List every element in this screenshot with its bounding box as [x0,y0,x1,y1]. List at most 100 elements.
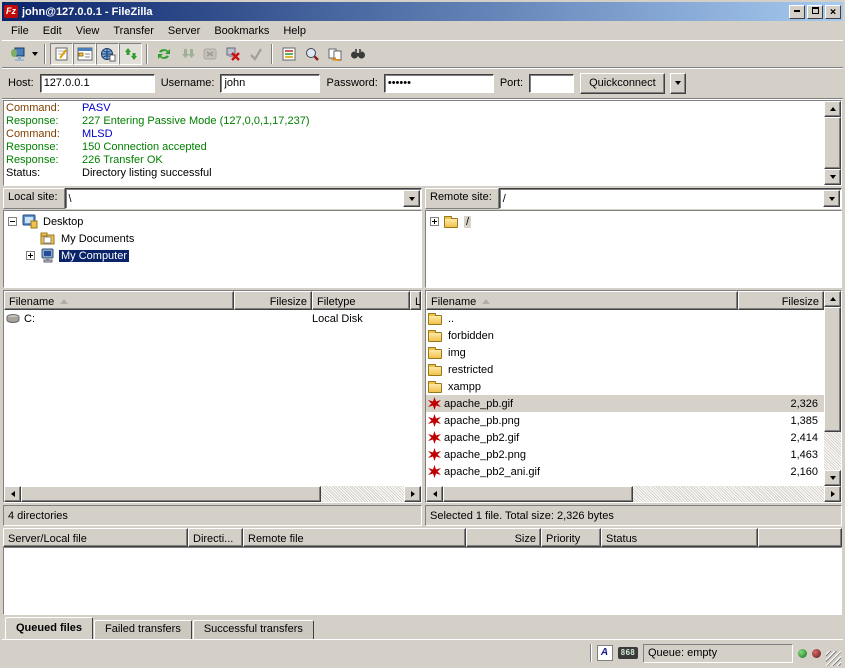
file-row[interactable]: apache_pb2_ani.gif 2,160 [426,463,824,480]
remote-tree: / [425,210,842,288]
tree-item-my-computer[interactable]: My Computer [6,247,421,264]
resize-grip[interactable] [826,651,841,666]
remote-vertical-scrollbar[interactable] [824,291,841,486]
toggle-local-tree-icon[interactable] [73,43,96,65]
expand-icon[interactable] [26,251,35,260]
log-scrollbar[interactable] [824,101,841,185]
menu-bookmarks[interactable]: Bookmarks [207,23,276,39]
scroll-down-icon[interactable] [824,470,841,486]
column-filename[interactable]: Filename [4,291,234,310]
queue-tabs: Queued files Failed transfers Successful… [2,615,843,639]
scroll-right-icon[interactable] [824,486,841,502]
remote-pane: Remote site: / / Filename [425,188,842,526]
scrollbar-thumb[interactable] [824,307,841,432]
log-text: 150 Connection accepted [82,141,207,154]
scroll-down-icon[interactable] [824,169,841,185]
site-manager-icon[interactable] [6,43,29,65]
menu-file[interactable]: File [4,23,36,39]
scroll-up-icon[interactable] [824,101,841,117]
disconnect-icon[interactable] [221,43,244,65]
process-queue-icon[interactable] [175,43,198,65]
scroll-left-icon[interactable] [4,486,21,502]
sort-ascending-icon [60,299,68,304]
file-row[interactable]: apache_pb2.png 1,463 [426,446,824,463]
scrollbar-thumb[interactable] [824,117,841,169]
file-row[interactable]: restricted [426,361,824,378]
file-row[interactable]: img [426,344,824,361]
status-bar: A 868 Queue: empty [2,639,843,666]
file-row[interactable]: forbidden [426,327,824,344]
log-label: Status: [6,167,82,180]
column-filetype[interactable]: Filetype [312,291,410,310]
local-site-dropdown-icon[interactable] [403,190,420,207]
log-line: Response:227 Entering Passive Mode (127,… [6,115,822,128]
search-icon[interactable] [300,43,323,65]
menu-edit[interactable]: Edit [36,23,69,39]
menu-transfer[interactable]: Transfer [106,23,161,39]
tree-item-my-documents[interactable]: My Documents [6,230,421,247]
site-manager-dropdown-icon[interactable] [29,43,40,65]
local-list-header: Filename Filesize Filetype L [4,291,421,310]
menu-view[interactable]: View [69,23,107,39]
host-input[interactable] [40,74,155,93]
file-row[interactable]: .. [426,310,824,327]
local-site-combo[interactable]: \ [65,188,422,209]
scrollbar-thumb[interactable] [21,486,321,502]
column-size[interactable]: Size [466,528,541,547]
column-status[interactable]: Status [601,528,758,547]
tree-item-root[interactable]: / [428,213,841,230]
column-last-modified[interactable]: L [410,291,421,310]
password-input[interactable] [384,74,494,93]
local-site-label: Local site: [3,188,65,209]
queue-body[interactable] [3,547,842,615]
maximize-button[interactable] [807,5,823,19]
expand-icon[interactable] [430,217,439,226]
file-row[interactable]: xampp [426,378,824,395]
tab-queued-files[interactable]: Queued files [5,617,93,639]
quickconnect-button[interactable]: Quickconnect [580,73,665,94]
tab-failed-transfers[interactable]: Failed transfers [94,620,192,639]
scroll-right-icon[interactable] [404,486,421,502]
remote-site-value: / [503,193,506,205]
username-input[interactable] [220,74,320,93]
file-row[interactable]: apache_pb.png 1,385 [426,412,824,429]
file-row-c-drive[interactable]: C: Local Disk [4,310,421,327]
remote-site-dropdown-icon[interactable] [823,190,840,207]
column-priority[interactable]: Priority [541,528,601,547]
tab-successful-transfers[interactable]: Successful transfers [193,620,314,639]
column-filename[interactable]: Filename [426,291,738,310]
menu-help[interactable]: Help [276,23,313,39]
column-remote-file[interactable]: Remote file [243,528,466,547]
close-button[interactable]: × [825,5,841,19]
remote-horizontal-scrollbar[interactable] [426,486,841,502]
local-horizontal-scrollbar[interactable] [4,486,421,502]
toggle-remote-tree-icon[interactable] [96,43,119,65]
find-files-icon[interactable] [346,43,369,65]
minimize-button[interactable] [789,5,805,19]
remote-list-header: Filename Filesize [426,291,824,310]
quickconnect-dropdown-icon[interactable] [670,73,686,94]
remote-status-text: Selected 1 file. Total size: 2,326 bytes [430,510,614,522]
scroll-left-icon[interactable] [426,486,443,502]
refresh-icon[interactable] [152,43,175,65]
column-filesize[interactable]: Filesize [738,291,824,310]
title-bar[interactable]: Fz john@127.0.0.1 - FileZilla × [2,2,843,21]
remote-site-combo[interactable]: / [499,188,842,209]
filter-icon[interactable] [277,43,300,65]
toggle-message-log-icon[interactable] [50,43,73,65]
directory-comparison-icon[interactable] [323,43,346,65]
column-server-local-file[interactable]: Server/Local file [3,528,188,547]
tree-item-desktop[interactable]: Desktop [6,213,421,230]
menu-server[interactable]: Server [161,23,207,39]
collapse-icon[interactable] [8,217,17,226]
scroll-up-icon[interactable] [824,291,841,307]
toggle-transfer-queue-icon[interactable] [119,43,142,65]
cancel-icon[interactable] [198,43,221,65]
reconnect-icon[interactable] [244,43,267,65]
scrollbar-thumb[interactable] [443,486,633,502]
file-row[interactable]: apache_pb2.gif 2,414 [426,429,824,446]
column-direction[interactable]: Directi... [188,528,243,547]
column-filesize[interactable]: Filesize [234,291,312,310]
port-input[interactable] [529,74,574,93]
file-row-selected[interactable]: apache_pb.gif 2,326 [426,395,824,412]
